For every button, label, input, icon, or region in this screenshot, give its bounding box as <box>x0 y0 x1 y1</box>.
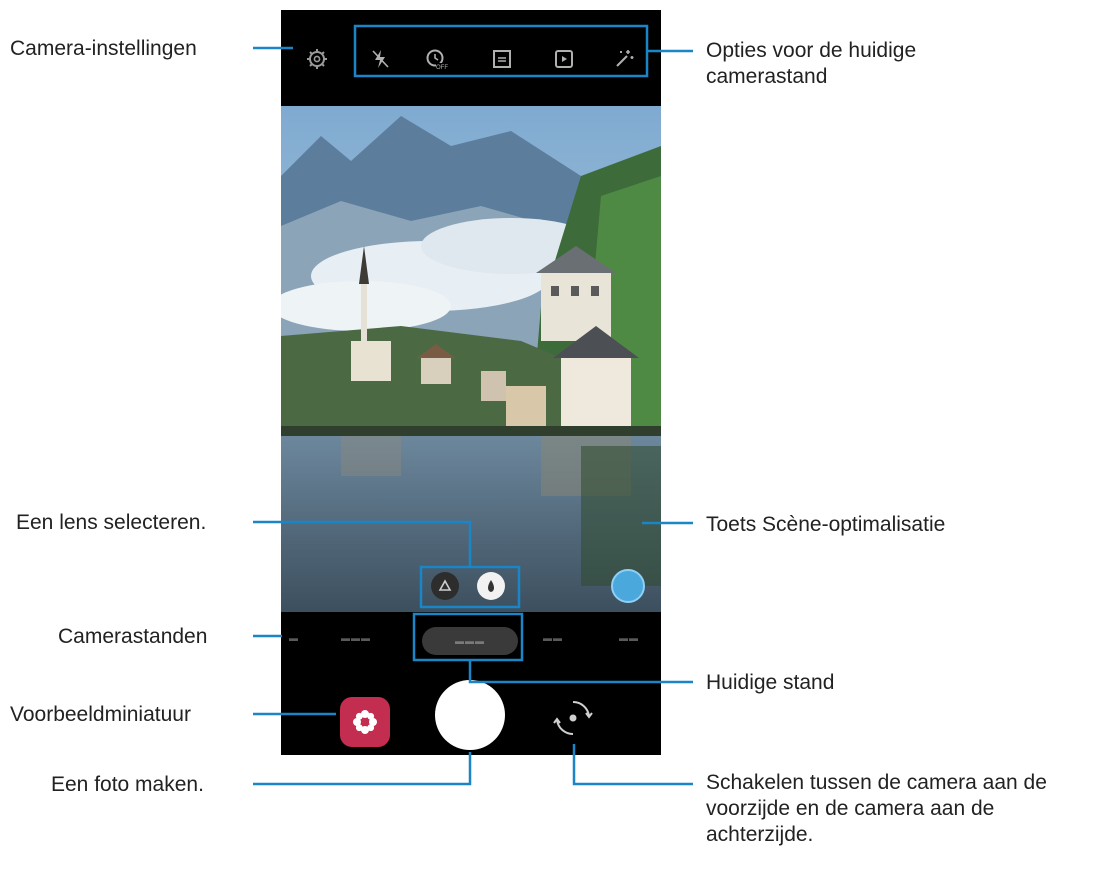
current-mode-pill[interactable]: ▬▬▬ <box>422 627 518 655</box>
camera-modes-strip[interactable]: ▬ ▬▬▬ ▬▬▬ ▬▬ ▬▬ <box>281 620 661 660</box>
phone-screen: OFF ▬ ▬▬▬ ▬▬▬ ▬▬ ▬▬ <box>281 10 661 755</box>
lens-selector <box>421 566 517 606</box>
filter-icon[interactable] <box>611 46 637 72</box>
motion-photo-icon[interactable] <box>551 46 577 72</box>
preview-thumbnail[interactable] <box>340 697 390 747</box>
mode-options-label: Opties voor de huidige camerastand <box>706 39 917 88</box>
aspect-ratio-icon[interactable] <box>489 46 515 72</box>
take-photo-label: Een foto maken. <box>51 773 204 796</box>
callout-line-shutter <box>253 752 472 786</box>
current-mode-label: Huidige stand <box>706 671 835 694</box>
mode-item[interactable]: ▬▬▬ <box>341 633 371 643</box>
mode-item[interactable]: ▬▬ <box>543 633 563 643</box>
flash-off-icon[interactable] <box>367 46 393 72</box>
timer-off-icon[interactable]: OFF <box>423 46 449 72</box>
viewfinder-preview[interactable] <box>281 106 661 612</box>
switch-camera-icon <box>553 700 593 736</box>
standard-lens-icon[interactable] <box>477 572 505 600</box>
camera-modes-label: Camerastanden <box>58 625 208 648</box>
switch-camera-label: Schakelen tussen de camera aan de voorzi… <box>706 771 1047 846</box>
mode-item[interactable]: ▬▬ <box>619 633 639 643</box>
svg-text:OFF: OFF <box>436 65 448 71</box>
lens-select-label: Een lens selecteren. <box>16 511 207 534</box>
gallery-flower-icon <box>353 710 377 734</box>
preview-thumbnail-label: Voorbeeldminiatuur <box>10 703 191 726</box>
scene-optimizer-button[interactable] <box>611 569 645 603</box>
wide-angle-icon[interactable] <box>431 572 459 600</box>
camera-settings-label: Camera-instellingen <box>10 37 197 60</box>
scene-optimizer-label: Toets Scène-optimalisatie <box>706 513 946 536</box>
switch-camera-button[interactable] <box>549 694 597 742</box>
mode-item[interactable]: ▬ <box>289 633 299 643</box>
shutter-button[interactable] <box>435 680 505 750</box>
gear-icon[interactable] <box>304 46 330 72</box>
